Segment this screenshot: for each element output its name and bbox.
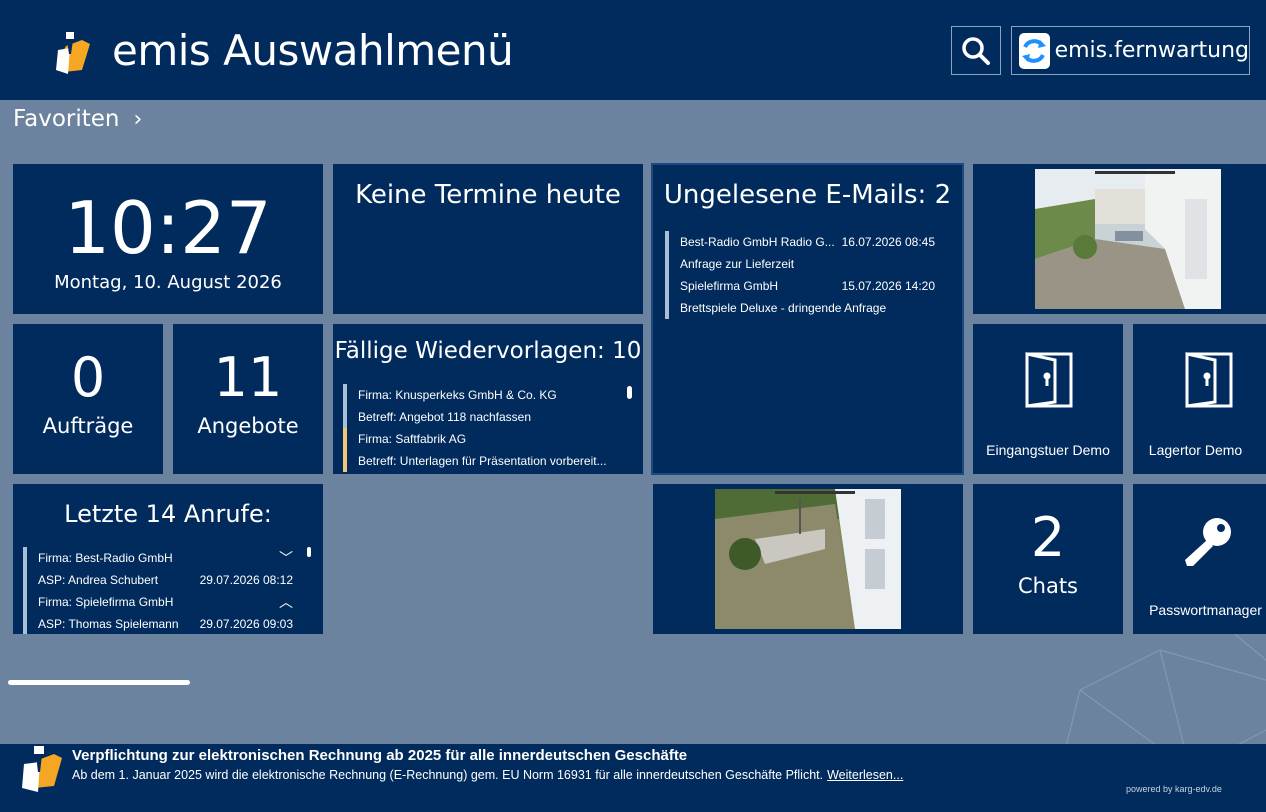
clock-date: Montag, 10. August 2026 <box>54 272 282 293</box>
email-date: 15.07.2026 14:20 <box>841 279 935 293</box>
call-date: 29.07.2026 08:12 <box>199 573 293 587</box>
appointments-title: Keine Termine heute <box>355 180 621 210</box>
fernwartung-button[interactable]: emis.fernwartung <box>1011 26 1250 75</box>
favorites-label: Favoriten <box>13 106 120 132</box>
camera-tile-1[interactable] <box>973 164 1266 314</box>
offers-count: 11 <box>213 346 283 409</box>
door-tile-lagertor[interactable]: Lagertor Demo <box>1133 324 1266 474</box>
orders-count: 0 <box>70 346 106 409</box>
call-contact: ASP: Thomas Spielemann <box>38 617 179 631</box>
call-date: 29.07.2026 09:03 <box>199 617 293 631</box>
followup-item[interactable]: Firma: Knusperkeks GmbH & Co. KG Betreff… <box>343 384 613 428</box>
email-from: Best-Radio GmbH Radio G... <box>680 235 835 249</box>
news-text: Ab dem 1. Januar 2025 wird die elektroni… <box>72 768 824 782</box>
chats-label: Chats <box>1017 574 1079 598</box>
door-icon <box>1185 352 1233 408</box>
fernwartung-label: emis.fernwartung <box>1054 38 1249 63</box>
offers-label: Angebote <box>197 414 299 438</box>
powered-by: powered by karg-edv.de <box>1126 784 1222 794</box>
scroll-indicator[interactable] <box>307 547 311 557</box>
scroll-indicator[interactable] <box>627 386 632 399</box>
chats-count: 2 <box>1030 506 1066 569</box>
followup-company: Firma: Saftfabrik AG <box>358 432 467 446</box>
emails-tile[interactable]: Ungelesene E-Mails: 2 Best-Radio GmbH Ra… <box>651 163 964 475</box>
clock-tile: 10:27 Montag, 10. August 2026 <box>13 164 323 314</box>
followup-item[interactable]: Firma: Saftfabrik AG Betreff: Unterlagen… <box>343 428 623 472</box>
search-icon <box>962 36 990 65</box>
call-item[interactable]: Firma: Spielefirma GmbH ︿ ASP: Thomas Spi… <box>23 591 293 634</box>
chevron-right-icon: › <box>133 106 143 132</box>
followup-subject: Betreff: Unterlagen für Präsentation vor… <box>358 454 607 468</box>
calls-title: Letzte 14 Anrufe: <box>64 500 272 528</box>
read-more-link[interactable]: Weiterlesen... <box>827 768 903 782</box>
password-label: Passwortmanager <box>1149 602 1262 618</box>
followups-title: Fällige Wiedervorlagen: 10 <box>334 338 642 364</box>
calls-tile[interactable]: Letzte 14 Anrufe: Firma: Best-Radio GmbH… <box>13 484 323 634</box>
password-manager-tile[interactable]: Passwortmanager <box>1133 484 1266 634</box>
header-bar: emis Auswahlmenü emis.fernwartung <box>0 0 1266 100</box>
followup-company: Firma: Knusperkeks GmbH & Co. KG <box>358 388 557 402</box>
app-title: emis Auswahlmenü <box>112 26 514 75</box>
call-company: Firma: Spielefirma GmbH <box>38 595 174 609</box>
orders-tile[interactable]: 0 Aufträge <box>13 324 163 474</box>
email-from: Spielefirma GmbH <box>680 279 779 293</box>
email-subject: Anfrage zur Lieferzeit <box>680 257 795 271</box>
horizontal-scrollbar[interactable] <box>8 680 190 685</box>
camera-tile-2[interactable] <box>653 484 963 634</box>
call-contact: ASP: Andrea Schubert <box>38 573 159 587</box>
email-subject: Brettspiele Deluxe - dringende Anfrage <box>680 301 887 315</box>
chats-tile[interactable]: 2 Chats <box>973 484 1123 634</box>
email-item[interactable]: Best-Radio GmbH Radio G... 16.07.2026 08:… <box>665 231 945 275</box>
followup-subject: Betreff: Angebot 118 nachfassen <box>358 410 532 424</box>
door-label: Lagertor Demo <box>1148 442 1243 458</box>
email-item[interactable]: Spielefirma GmbH 15.07.2026 14:20 Brettsp… <box>665 275 945 319</box>
door-label: Eingangstuer Demo <box>986 442 1110 458</box>
clock-time: 10:27 <box>64 186 272 270</box>
offers-tile[interactable]: 11 Angebote <box>173 324 323 474</box>
remote-support-icon <box>1019 32 1050 69</box>
door-tile-eingangstuer[interactable]: Eingangstuer Demo <box>973 324 1123 474</box>
email-date: 16.07.2026 08:45 <box>841 235 935 249</box>
camera-image <box>715 489 901 629</box>
emis-logo-icon <box>22 746 62 792</box>
news-title: Verpflichtung zur elektronischen Rechnun… <box>72 747 688 764</box>
favorites-breadcrumb[interactable]: Favoriten › <box>13 106 142 132</box>
appointments-tile[interactable]: Keine Termine heute <box>333 164 643 314</box>
call-item[interactable]: Firma: Best-Radio GmbH ﹀ ASP: Andrea Schu… <box>23 547 293 591</box>
door-icon <box>1025 352 1073 408</box>
emis-logo-icon <box>56 32 90 74</box>
key-icon <box>1185 518 1231 566</box>
orders-label: Aufträge <box>42 414 134 438</box>
emails-title: Ungelesene E-Mails: 2 <box>663 180 952 210</box>
chevron-up-icon[interactable]: ︿ <box>279 591 293 613</box>
call-company: Firma: Best-Radio GmbH <box>38 551 173 565</box>
chevron-down-icon[interactable]: ﹀ <box>279 547 293 569</box>
news-footer: Verpflichtung zur elektronischen Rechnun… <box>0 744 1266 812</box>
news-text-row: Ab dem 1. Januar 2025 wird die elektroni… <box>72 768 903 782</box>
search-button[interactable] <box>951 26 1001 75</box>
camera-image <box>1035 169 1221 309</box>
followups-tile[interactable]: Fällige Wiedervorlagen: 10 Firma: Knuspe… <box>333 324 643 474</box>
